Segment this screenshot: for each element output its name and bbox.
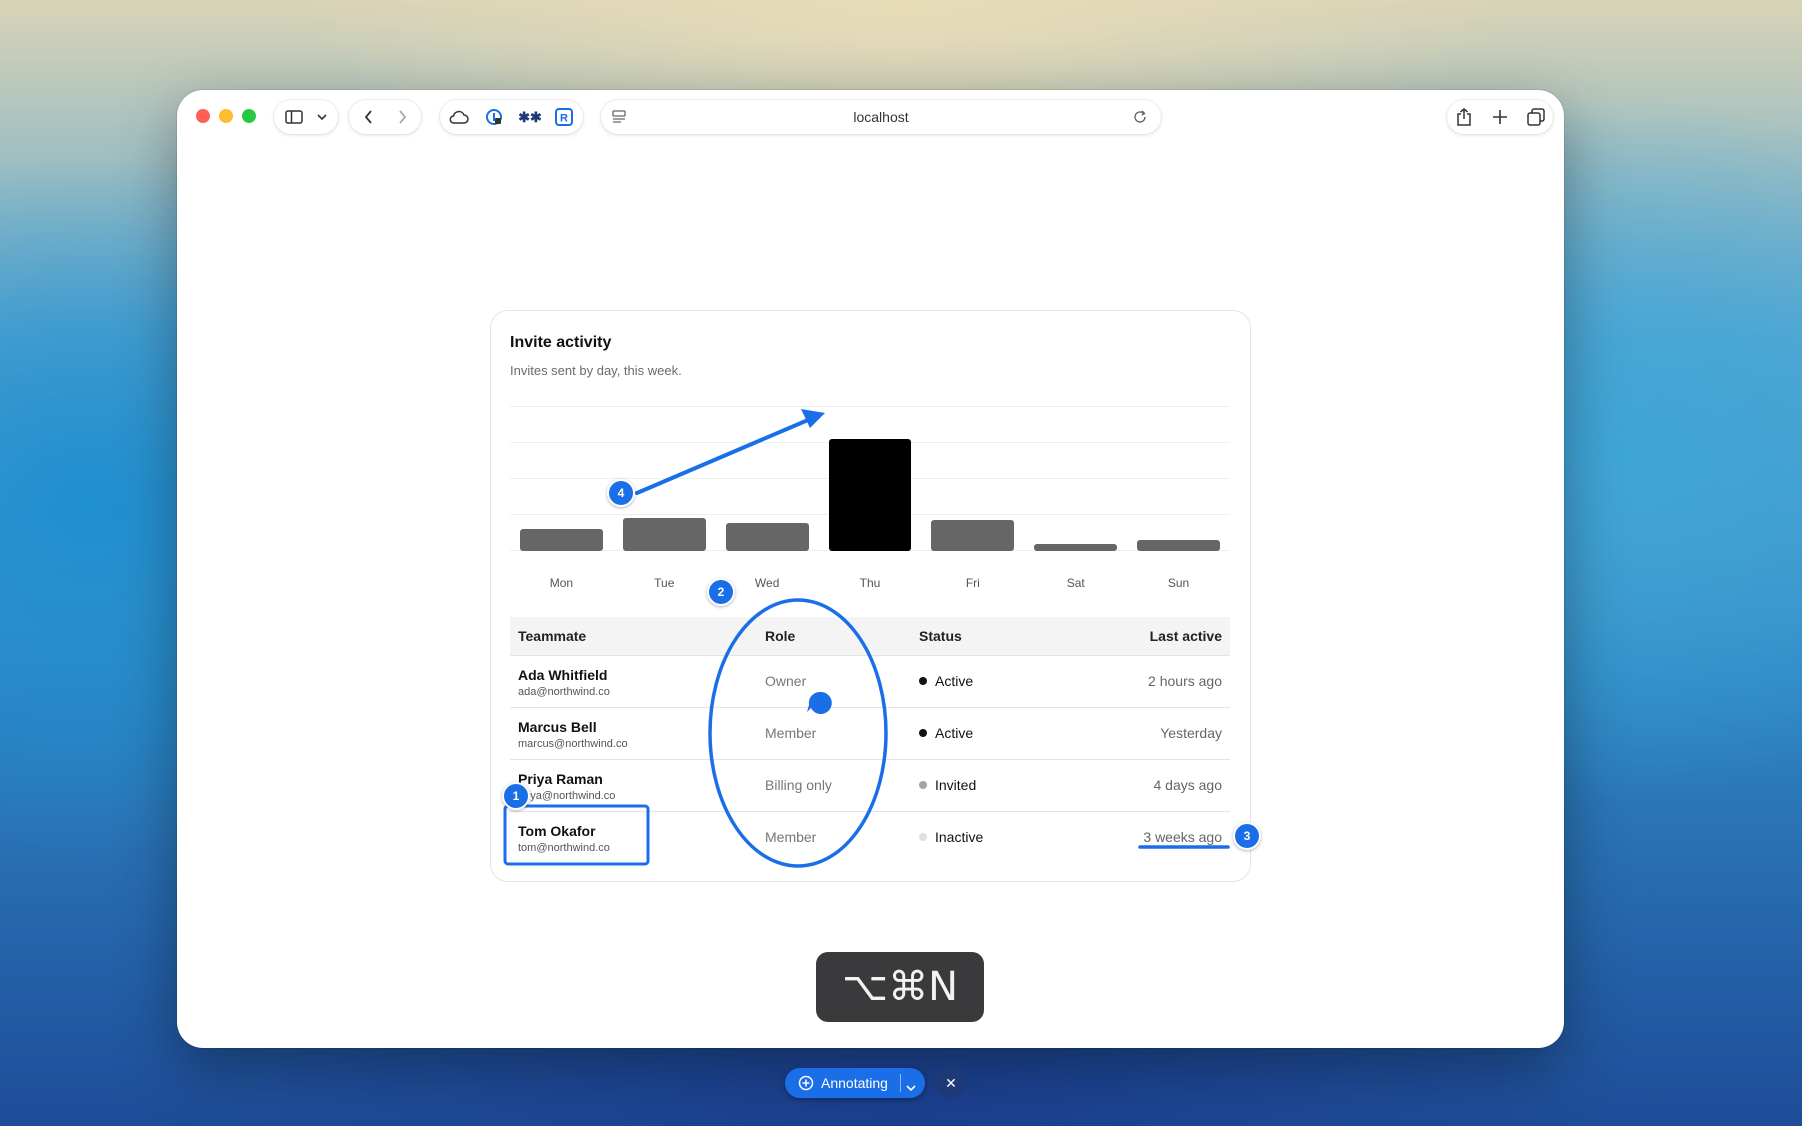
status-dot <box>919 729 927 737</box>
status-label: Active <box>935 673 974 689</box>
r-extension-icon[interactable]: R <box>555 108 573 126</box>
teammates-table: Teammate Role Status Last active Ada Whi… <box>510 617 1230 863</box>
chart-tick-label: Tue <box>654 576 675 590</box>
table-body: Ada Whitfield ada@northwind.co Owner Active… <box>510 656 1230 863</box>
header-role: Role <box>765 628 796 644</box>
chevron-down-icon[interactable] <box>906 1079 916 1095</box>
annotating-label: Annotating <box>821 1075 888 1091</box>
chart-tick-label: Fri <box>965 576 980 590</box>
annotation-badge-2[interactable]: 2 <box>707 578 735 606</box>
share-icon[interactable] <box>1454 107 1474 127</box>
forward-icon[interactable] <box>393 108 411 126</box>
card-subtitle: Invites sent by day, this week. <box>510 363 682 378</box>
table-row[interactable]: Ada Whitfield ada@northwind.co Owner Active… <box>510 656 1230 708</box>
teammate-role: Billing only <box>765 777 832 793</box>
add-comment-icon <box>798 1075 814 1094</box>
header-teammate: Teammate <box>518 628 587 644</box>
status-cell: Active <box>919 656 973 707</box>
browser-toolbar: ✱✱ R localhost <box>177 90 1564 138</box>
svg-text:R: R <box>560 113 568 125</box>
teammate-name: Ada Whitfield <box>518 667 608 683</box>
chart-tick-label: Thu <box>859 576 881 590</box>
zoom-window-button[interactable] <box>242 109 256 123</box>
chart-tick-label: Sun <box>1167 576 1190 590</box>
table-header: Teammate Role Status Last active <box>510 617 1230 656</box>
chart-gridline <box>510 406 1230 407</box>
last-active: Yesterday <box>1160 725 1222 741</box>
annotation-badge-3[interactable]: 3 <box>1233 822 1261 850</box>
back-icon[interactable] <box>359 108 377 126</box>
status-label: Inactive <box>935 829 984 845</box>
sidebar-toggle-group <box>274 100 338 134</box>
chart-bar-wed[interactable] <box>725 523 809 551</box>
chart-bar-sun[interactable] <box>1137 539 1220 551</box>
teammate-email: ada@northwind.co <box>518 686 610 698</box>
header-last-active: Last active <box>1149 628 1222 644</box>
url-text: localhost <box>853 109 909 125</box>
annotating-button[interactable]: Annotating <box>785 1068 925 1098</box>
teammate-email: marcus@northwind.co <box>518 738 628 750</box>
window-actions-group <box>1447 100 1553 134</box>
status-dot <box>919 781 927 789</box>
extensions-group: ✱✱ R <box>440 100 583 134</box>
teammate-role: Owner <box>765 673 807 689</box>
teammate-role: Member <box>765 725 817 741</box>
table-row[interactable]: Priya Raman priya@northwind.co Billing onl… <box>510 760 1230 812</box>
minimize-window-button[interactable] <box>219 109 233 123</box>
history-nav-group <box>349 100 421 134</box>
teammate-role: Member <box>765 829 817 845</box>
status-label: Invited <box>935 777 977 793</box>
chart-bar-sat[interactable] <box>1034 544 1118 551</box>
close-annotating-button[interactable]: ✕ <box>936 1068 966 1098</box>
last-active: 2 hours ago <box>1148 673 1222 689</box>
asterisk-extension-icon[interactable]: ✱✱ <box>518 108 541 126</box>
chart-bar-tue[interactable] <box>622 517 706 551</box>
table-row[interactable]: Tom Okafor tom@northwind.co Member Inactive… <box>510 812 1230 863</box>
browser-window: ✱✱ R localhost Invite activity Invites s… <box>177 90 1564 1048</box>
annotation-badge-1[interactable]: 1 <box>502 782 530 810</box>
cloud-icon[interactable] <box>449 108 469 126</box>
card-title: Invite activity <box>510 334 612 351</box>
address-bar[interactable]: localhost <box>601 100 1161 134</box>
chevron-down-icon[interactable] <box>314 108 330 126</box>
chart-bar-mon[interactable] <box>520 528 603 551</box>
status-cell: Active <box>919 708 973 759</box>
tab-overview-icon[interactable] <box>1526 107 1546 127</box>
sidebar-icon[interactable] <box>283 108 305 126</box>
last-active: 3 weeks ago <box>1143 829 1222 845</box>
status-dot <box>919 677 927 685</box>
status-dot <box>919 833 927 841</box>
annotating-divider <box>900 1074 901 1092</box>
chart-bar-thu[interactable] <box>828 439 912 551</box>
close-window-button[interactable] <box>196 109 210 123</box>
status-cell: Inactive <box>919 812 983 863</box>
last-active: 4 days ago <box>1153 777 1223 793</box>
status-label: Active <box>935 725 974 741</box>
invite-activity-card: Invite activity Invites sent by day, thi… <box>490 310 1251 882</box>
chart-bar-fri[interactable] <box>931 519 1015 551</box>
teammate-email: tom@northwind.co <box>518 842 610 854</box>
reload-icon[interactable] <box>1131 108 1149 126</box>
new-tab-icon[interactable] <box>1490 107 1510 127</box>
teammate-name: Marcus Bell <box>518 719 597 735</box>
table-row[interactable]: Marcus Bell marcus@northwind.co Member Acti… <box>510 708 1230 760</box>
header-status: Status <box>919 628 962 644</box>
chart-tick-label: Wed <box>754 576 780 590</box>
status-cell: Invited <box>919 760 976 811</box>
teammate-email: priya@northwind.co <box>518 790 616 802</box>
keyboard-shortcut-hud: ⌥⌘N <box>816 952 984 1022</box>
chart-tick-label: Mon <box>549 576 574 590</box>
teammate-name: Tom Okafor <box>518 823 596 839</box>
teammate-name: Priya Raman <box>518 771 603 787</box>
chart-tick-label: Sat <box>1066 576 1085 590</box>
close-icon: ✕ <box>945 1075 957 1091</box>
password-extension-icon[interactable] <box>484 108 504 126</box>
annotation-badge-4[interactable]: 4 <box>607 479 635 507</box>
